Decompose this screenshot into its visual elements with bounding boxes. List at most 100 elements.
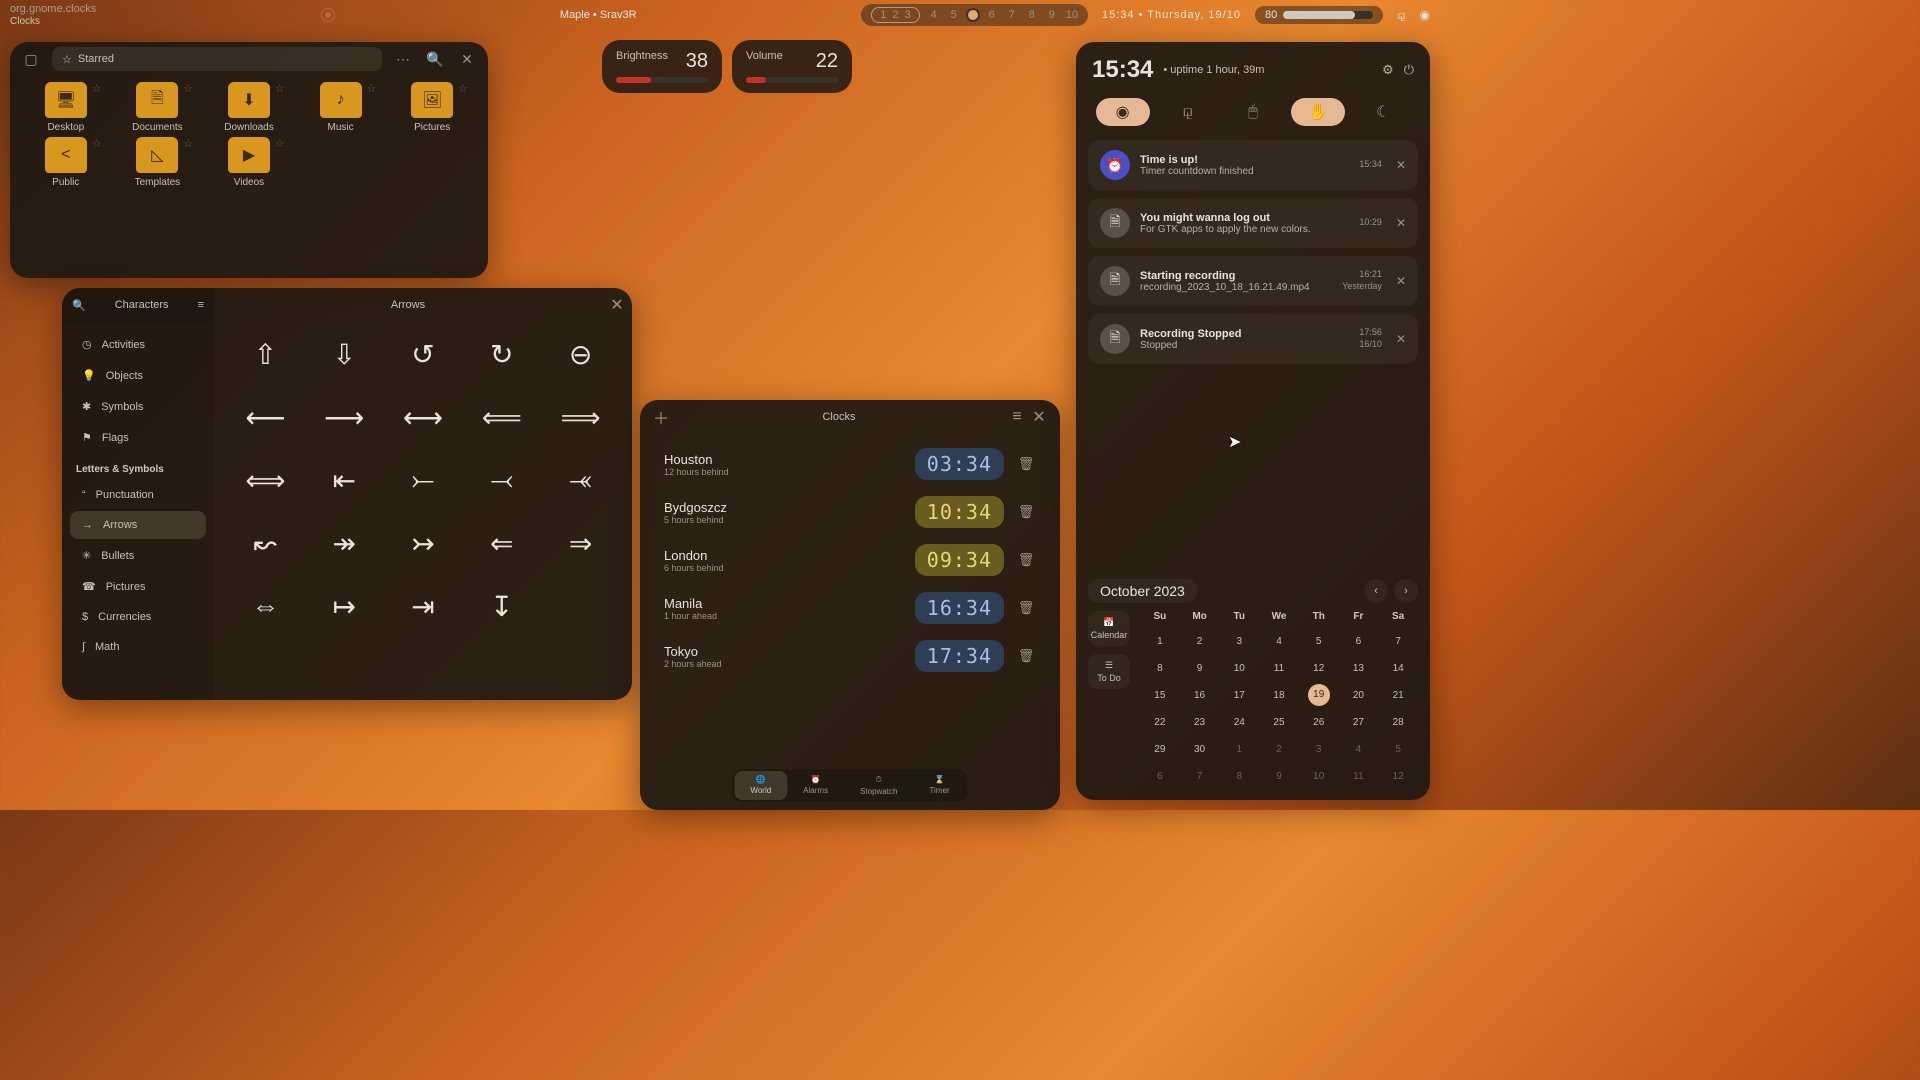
close-icon[interactable]: ✕ (1396, 274, 1406, 288)
dnd-toggle[interactable]: ✋ (1291, 98, 1345, 126)
cal-day[interactable]: 20 (1339, 684, 1379, 707)
cal-day[interactable]: 27 (1339, 711, 1379, 734)
glyph[interactable]: ⟷ (388, 401, 459, 434)
delete-icon[interactable]: 🗑 (1016, 504, 1036, 520)
workspace-9[interactable]: 9 (1046, 9, 1058, 21)
workspace-4[interactable]: 4 (928, 9, 940, 21)
location-bar[interactable]: ☆ Starred (52, 47, 382, 71)
cal-day[interactable]: 18 (1259, 684, 1299, 707)
night-toggle[interactable]: ☾ (1356, 98, 1410, 126)
delete-icon[interactable]: 🗑 (1016, 456, 1036, 472)
workspace-8[interactable]: 8 (1026, 9, 1038, 21)
notification[interactable]: ⏰Time is up!Timer countdown finished15:3… (1088, 140, 1418, 190)
glyph[interactable]: ↣ (388, 527, 459, 560)
back-icon[interactable]: ▢ (20, 48, 42, 70)
close-icon[interactable]: ✕ (602, 295, 632, 315)
add-icon[interactable]: ＋ (650, 405, 672, 429)
star-icon[interactable]: ☆ (275, 82, 285, 95)
glyph[interactable]: ↻ (466, 338, 537, 371)
cal-day[interactable]: 13 (1339, 657, 1379, 680)
cal-day[interactable]: 11 (1259, 657, 1299, 680)
star-icon[interactable]: ☆ (183, 137, 193, 150)
delete-icon[interactable]: 🗑 (1016, 552, 1036, 568)
glyph[interactable]: ⇤ (309, 464, 380, 497)
cat-activities[interactable]: ◷Activities (70, 330, 206, 359)
folder-pictures[interactable]: ☆🖼Pictures (386, 82, 478, 133)
cal-day[interactable]: 1 (1140, 630, 1180, 653)
delete-icon[interactable]: 🗑 (1016, 648, 1036, 664)
cal-day[interactable]: 22 (1140, 711, 1180, 734)
glyph[interactable]: ⇐ (466, 527, 537, 560)
folder-public[interactable]: ☆<Public (20, 137, 112, 188)
folder-downloads[interactable]: ☆⬇Downloads (203, 82, 295, 133)
record-icon[interactable] (321, 8, 335, 22)
next-month-icon[interactable]: › (1394, 579, 1418, 603)
cat-punctuation[interactable]: “Punctuation (70, 481, 206, 509)
close-icon[interactable]: ✕ (1396, 216, 1406, 230)
cal-day[interactable]: 7 (1180, 765, 1220, 788)
cal-day[interactable]: 3 (1299, 738, 1339, 761)
cat-objects[interactable]: 💡Objects (70, 361, 206, 390)
cal-day[interactable]: 2 (1259, 738, 1299, 761)
cal-day[interactable]: 28 (1378, 711, 1418, 734)
star-icon[interactable]: ☆ (275, 137, 285, 150)
volume-bar[interactable] (746, 77, 838, 83)
glyph[interactable]: ⟺ (230, 464, 301, 497)
cal-day[interactable]: 11 (1339, 765, 1379, 788)
glyph[interactable]: ⇩ (309, 338, 380, 371)
search-icon[interactable]: 🔍 (72, 299, 86, 312)
cal-day[interactable]: 2 (1180, 630, 1220, 653)
cal-day[interactable]: 8 (1140, 657, 1180, 680)
workspace-5[interactable]: 5 (948, 9, 960, 21)
star-icon[interactable]: ☆ (183, 82, 193, 95)
calendar-month[interactable]: October 2023 (1088, 579, 1197, 603)
bluetooth-toggle[interactable]: ⚼ (1161, 98, 1215, 126)
close-icon[interactable]: ✕ (1396, 158, 1406, 172)
folder-videos[interactable]: ☆▶Videos (203, 137, 295, 188)
cal-day[interactable]: 29 (1140, 738, 1180, 761)
cal-day[interactable]: 15 (1140, 684, 1180, 707)
glyph[interactable]: ⇧ (230, 338, 301, 371)
bluetooth-icon[interactable]: ⚼ (1397, 8, 1405, 23)
cal-day[interactable]: 17 (1219, 684, 1259, 707)
cat-currencies[interactable]: $Currencies (70, 603, 206, 631)
gear-icon[interactable]: ⚙ (1382, 62, 1394, 78)
star-icon[interactable]: ☆ (92, 82, 102, 95)
cal-day[interactable]: 14 (1378, 657, 1418, 680)
cat-pictures[interactable]: ☎Pictures (70, 572, 206, 601)
glyph[interactable]: ↜ (230, 527, 301, 560)
cal-day[interactable]: 1 (1219, 738, 1259, 761)
notification[interactable]: 🗎Recording StoppedStopped17:5616/10✕ (1088, 314, 1418, 364)
cal-side-calendar[interactable]: 📅Calendar (1088, 611, 1130, 646)
tab-stopwatch[interactable]: ⏱Stopwatch (844, 771, 913, 800)
glyph[interactable]: ⊖ (545, 338, 616, 371)
tab-world[interactable]: 🌐World (734, 771, 787, 800)
more-icon[interactable]: ⋯ (392, 48, 414, 70)
star-icon[interactable]: ☆ (367, 82, 377, 95)
cat-arrows[interactable]: →Arrows (70, 511, 206, 539)
cal-day[interactable]: 21 (1378, 684, 1418, 707)
star-icon[interactable]: ☆ (458, 82, 468, 95)
glyph[interactable]: ↦ (309, 590, 380, 623)
close-icon[interactable]: ✕ (1028, 407, 1050, 427)
cal-day[interactable]: 6 (1339, 630, 1379, 653)
prev-month-icon[interactable]: ‹ (1364, 579, 1388, 603)
glyph[interactable]: ⤚ (388, 464, 459, 497)
glyph[interactable]: ⤛ (545, 464, 616, 497)
cal-day[interactable]: 23 (1180, 711, 1220, 734)
folder-documents[interactable]: ☆🗎Documents (112, 82, 204, 133)
close-icon[interactable]: ✕ (1396, 332, 1406, 346)
cal-day[interactable]: 4 (1339, 738, 1379, 761)
workspace-6[interactable]: 6 (986, 9, 998, 21)
power-icon[interactable]: ⏻ (1404, 62, 1414, 78)
glyph[interactable]: ⟶ (309, 401, 380, 434)
workspace-10[interactable]: 10 (1066, 9, 1078, 21)
cal-day[interactable]: 26 (1299, 711, 1339, 734)
glyph[interactable]: ⇒ (545, 527, 616, 560)
glyph[interactable]: ↺ (388, 338, 459, 371)
cal-day[interactable]: 5 (1378, 738, 1418, 761)
cal-side-to-do[interactable]: ☰To Do (1088, 654, 1130, 689)
cat-symbols[interactable]: ✱Symbols (70, 392, 206, 421)
search-icon[interactable]: 🔍 (424, 48, 446, 70)
clock[interactable]: 15:34 • Thursday, 19/10 (1102, 9, 1241, 21)
